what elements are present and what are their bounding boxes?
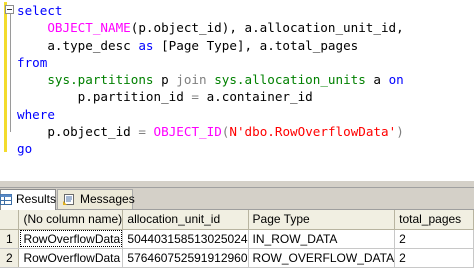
code-line-9: go bbox=[17, 140, 404, 157]
table-cell[interactable]: 2 bbox=[394, 229, 474, 249]
column-header[interactable]: (No column name) bbox=[18, 210, 124, 230]
code-text: p.partition_id bbox=[77, 89, 192, 105]
function-object-name: OBJECT_NAME bbox=[47, 20, 131, 36]
column-header[interactable]: total_pages bbox=[394, 210, 474, 230]
table-cell[interactable]: 2 bbox=[394, 248, 474, 268]
keyword-on: on bbox=[388, 72, 404, 88]
table-row: 1 RowOverflowData 504403158513025024 IN_… bbox=[0, 229, 474, 249]
keyword-from: from bbox=[17, 54, 48, 70]
messages-icon bbox=[63, 194, 74, 205]
table-cell[interactable]: 504403158513025024 bbox=[122, 229, 249, 249]
operator-equals: = bbox=[191, 89, 199, 105]
outline-guide bbox=[10, 12, 11, 132]
tab-results[interactable]: Results bbox=[0, 189, 56, 210]
code-line-4: from bbox=[17, 54, 404, 71]
keyword-go: go bbox=[17, 141, 33, 157]
code-paren: ) bbox=[396, 124, 404, 140]
query-editor[interactable]: select OBJECT_NAME(p.object_id), a.alloc… bbox=[0, 0, 474, 186]
code-text: p bbox=[153, 72, 177, 88]
code-text: (p.object_id), a.allocation_unit_id, bbox=[130, 20, 404, 36]
code-line-5: sys.partitions p join sys.allocation_uni… bbox=[17, 71, 404, 88]
tab-results-label: Results bbox=[16, 192, 57, 206]
code-text: p.object_id bbox=[47, 124, 139, 140]
query-window: select OBJECT_NAME(p.object_id), a.alloc… bbox=[0, 0, 474, 276]
operator-equals: = bbox=[138, 124, 146, 140]
collapse-icon[interactable] bbox=[5, 5, 14, 14]
tab-messages[interactable]: Messages bbox=[57, 189, 135, 209]
grid-corner[interactable] bbox=[0, 210, 20, 230]
table-cell[interactable]: RowOverflowData bbox=[18, 248, 124, 268]
keyword-select: select bbox=[17, 3, 63, 18]
code-text: a.container_id bbox=[199, 89, 313, 105]
keyword-where: where bbox=[17, 106, 55, 122]
change-tracking-bar bbox=[4, 2, 7, 152]
row-number[interactable]: 1 bbox=[0, 229, 20, 249]
code-text: a bbox=[365, 72, 389, 88]
table-cell[interactable]: IN_ROW_DATA bbox=[248, 229, 396, 249]
code-line-3: a.type_desc as [Page Type], a.total_page… bbox=[17, 37, 404, 54]
system-object-allocation-units: sys.allocation_units bbox=[214, 72, 366, 88]
operator-join: join bbox=[176, 72, 207, 88]
string-literal: N'dbo.RowOverflowData' bbox=[229, 124, 397, 140]
results-tab-bar: Results Messages bbox=[0, 188, 474, 210]
row-number[interactable]: 2 bbox=[0, 248, 20, 268]
header-row: (No column name) allocation_unit_id Page… bbox=[0, 210, 474, 230]
table-cell[interactable]: ROW_OVERFLOW_DATA bbox=[248, 248, 396, 268]
keyword-as: as bbox=[138, 37, 154, 53]
code-line-7: where bbox=[17, 106, 404, 123]
results-table: (No column name) allocation_unit_id Page… bbox=[0, 210, 474, 268]
column-header[interactable]: allocation_unit_id bbox=[122, 210, 249, 230]
table-cell[interactable]: RowOverflowData bbox=[18, 229, 124, 249]
tab-messages-label: Messages bbox=[80, 192, 135, 206]
code-line-6: p.partition_id = a.container_id bbox=[17, 88, 404, 105]
table-row: 2 RowOverflowData 576460752591912960 ROW… bbox=[0, 248, 474, 268]
results-grid[interactable]: (No column name) allocation_unit_id Page… bbox=[0, 210, 474, 276]
code-text: [Page Type], a.total_pages bbox=[153, 37, 359, 53]
code-text: a.type_desc bbox=[47, 37, 139, 53]
table-cell[interactable]: 576460752591912960 bbox=[122, 248, 249, 268]
pane-splitter[interactable] bbox=[0, 180, 474, 188]
code-line-1: select bbox=[17, 2, 404, 19]
grid-icon bbox=[0, 194, 12, 205]
column-header[interactable]: Page Type bbox=[248, 210, 396, 230]
system-object-partitions: sys.partitions bbox=[47, 72, 154, 88]
function-object-id: OBJECT_ID bbox=[153, 124, 222, 140]
code-line-8: p.object_id = OBJECT_ID(N'dbo.RowOverflo… bbox=[17, 123, 404, 140]
sql-code[interactable]: select OBJECT_NAME(p.object_id), a.alloc… bbox=[17, 2, 404, 158]
code-line-2: OBJECT_NAME(p.object_id), a.allocation_u… bbox=[17, 19, 404, 36]
